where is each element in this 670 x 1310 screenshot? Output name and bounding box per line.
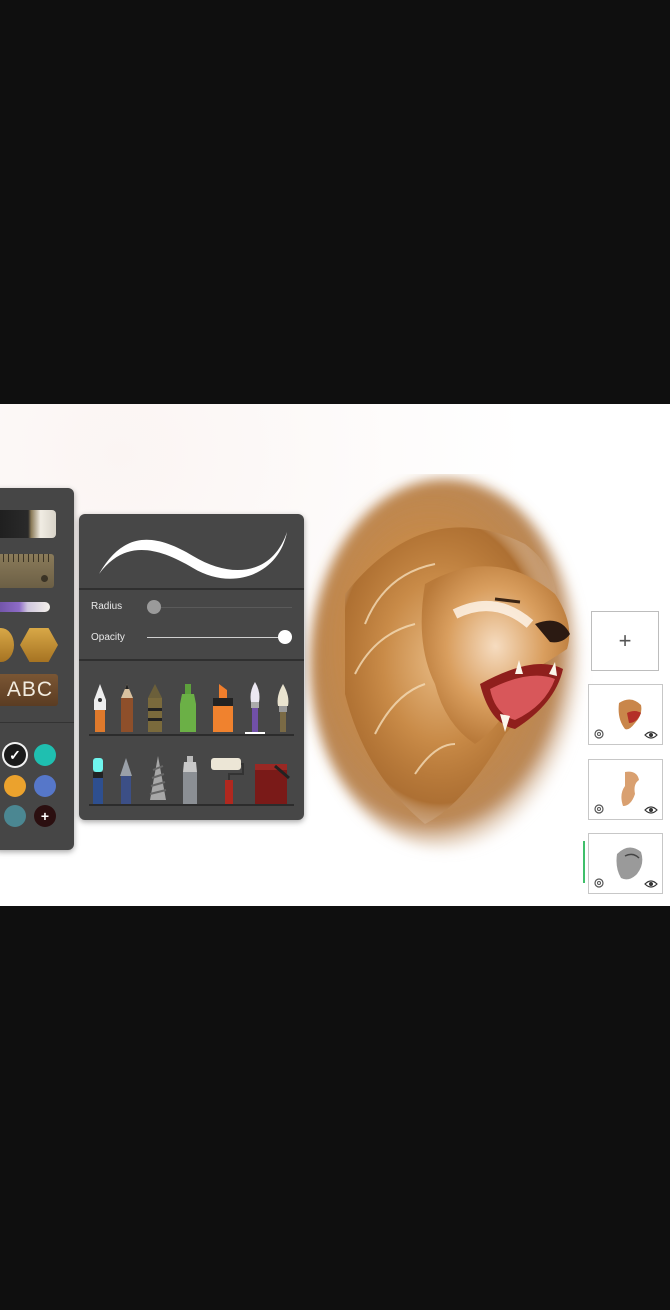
ruler-tool[interactable] xyxy=(0,554,54,588)
flat-brush[interactable] xyxy=(275,684,291,732)
paint-brush-selected[interactable] xyxy=(247,682,263,732)
ink-pen-brush[interactable] xyxy=(118,758,134,804)
brush-tool[interactable] xyxy=(0,602,50,612)
plus-icon: + xyxy=(618,628,632,653)
gear-icon[interactable] xyxy=(593,877,605,889)
drawing-canvas[interactable]: ABC ✓ + Radius Opacity + xyxy=(0,404,670,906)
layer-item[interactable] xyxy=(588,684,663,745)
plus-icon: + xyxy=(40,808,50,824)
eye-icon[interactable] xyxy=(644,879,658,889)
brush-shelf xyxy=(89,734,294,736)
lion-artwork xyxy=(310,479,580,849)
drill-brush[interactable] xyxy=(147,756,169,804)
layer-item-active[interactable] xyxy=(588,833,663,894)
ruler-hole xyxy=(41,575,48,582)
spray-can-brush[interactable] xyxy=(181,756,199,804)
eye-icon[interactable] xyxy=(644,805,658,815)
add-color-button[interactable]: + xyxy=(34,805,56,827)
hexagon-shape-tool[interactable] xyxy=(20,628,58,662)
radius-slider-track[interactable] xyxy=(147,607,292,608)
panel-divider xyxy=(79,588,304,590)
paint-roller-brush[interactable] xyxy=(209,756,245,804)
opacity-slider-track[interactable] xyxy=(147,637,287,638)
pencil-brush[interactable] xyxy=(119,684,135,732)
lion-sketch-layer-thumbnail xyxy=(616,847,643,880)
paint-bucket-brush[interactable] xyxy=(253,760,291,804)
eye-icon[interactable] xyxy=(644,730,658,740)
check-icon: ✓ xyxy=(9,746,21,763)
marker-bottle-brush[interactable] xyxy=(177,684,199,732)
crayon-brush[interactable] xyxy=(145,684,165,732)
color-swatch-teal[interactable] xyxy=(34,744,56,766)
highlighter-brush[interactable] xyxy=(211,684,235,732)
radius-slider-knob[interactable] xyxy=(147,600,161,614)
gear-icon[interactable] xyxy=(593,728,605,740)
color-swatch-black[interactable]: ✓ xyxy=(4,744,26,766)
opacity-label: Opacity xyxy=(91,632,125,643)
circle-shape-tool[interactable] xyxy=(0,628,14,662)
tools-divider xyxy=(0,722,74,723)
opacity-slider-knob[interactable] xyxy=(278,630,292,644)
panel-divider xyxy=(79,659,304,661)
gear-icon[interactable] xyxy=(593,803,605,815)
brush-shelf xyxy=(89,804,294,806)
radius-label: Radius xyxy=(91,601,123,612)
text-tool-label: ABC xyxy=(6,678,54,701)
fountain-pen-brush[interactable] xyxy=(91,684,109,732)
ruler-ticks xyxy=(0,554,50,562)
active-layer-indicator xyxy=(583,841,585,883)
color-swatch-blue[interactable] xyxy=(34,775,56,797)
brush-stroke-preview xyxy=(99,532,287,579)
brush-settings-panel: Radius Opacity xyxy=(79,514,304,820)
color-swatch-orange[interactable] xyxy=(4,775,26,797)
text-tool[interactable]: ABC xyxy=(0,674,58,706)
paint-tube-tool[interactable] xyxy=(0,510,56,538)
lion-body-layer-thumbnail xyxy=(621,771,639,806)
layer-item[interactable] xyxy=(588,759,663,820)
neon-pen-brush[interactable] xyxy=(91,758,105,804)
color-swatch-slate[interactable] xyxy=(4,805,26,827)
tools-panel: ABC ✓ + xyxy=(0,488,74,850)
lion-face-layer-thumbnail xyxy=(618,699,642,730)
add-layer-button[interactable]: + xyxy=(591,611,659,671)
